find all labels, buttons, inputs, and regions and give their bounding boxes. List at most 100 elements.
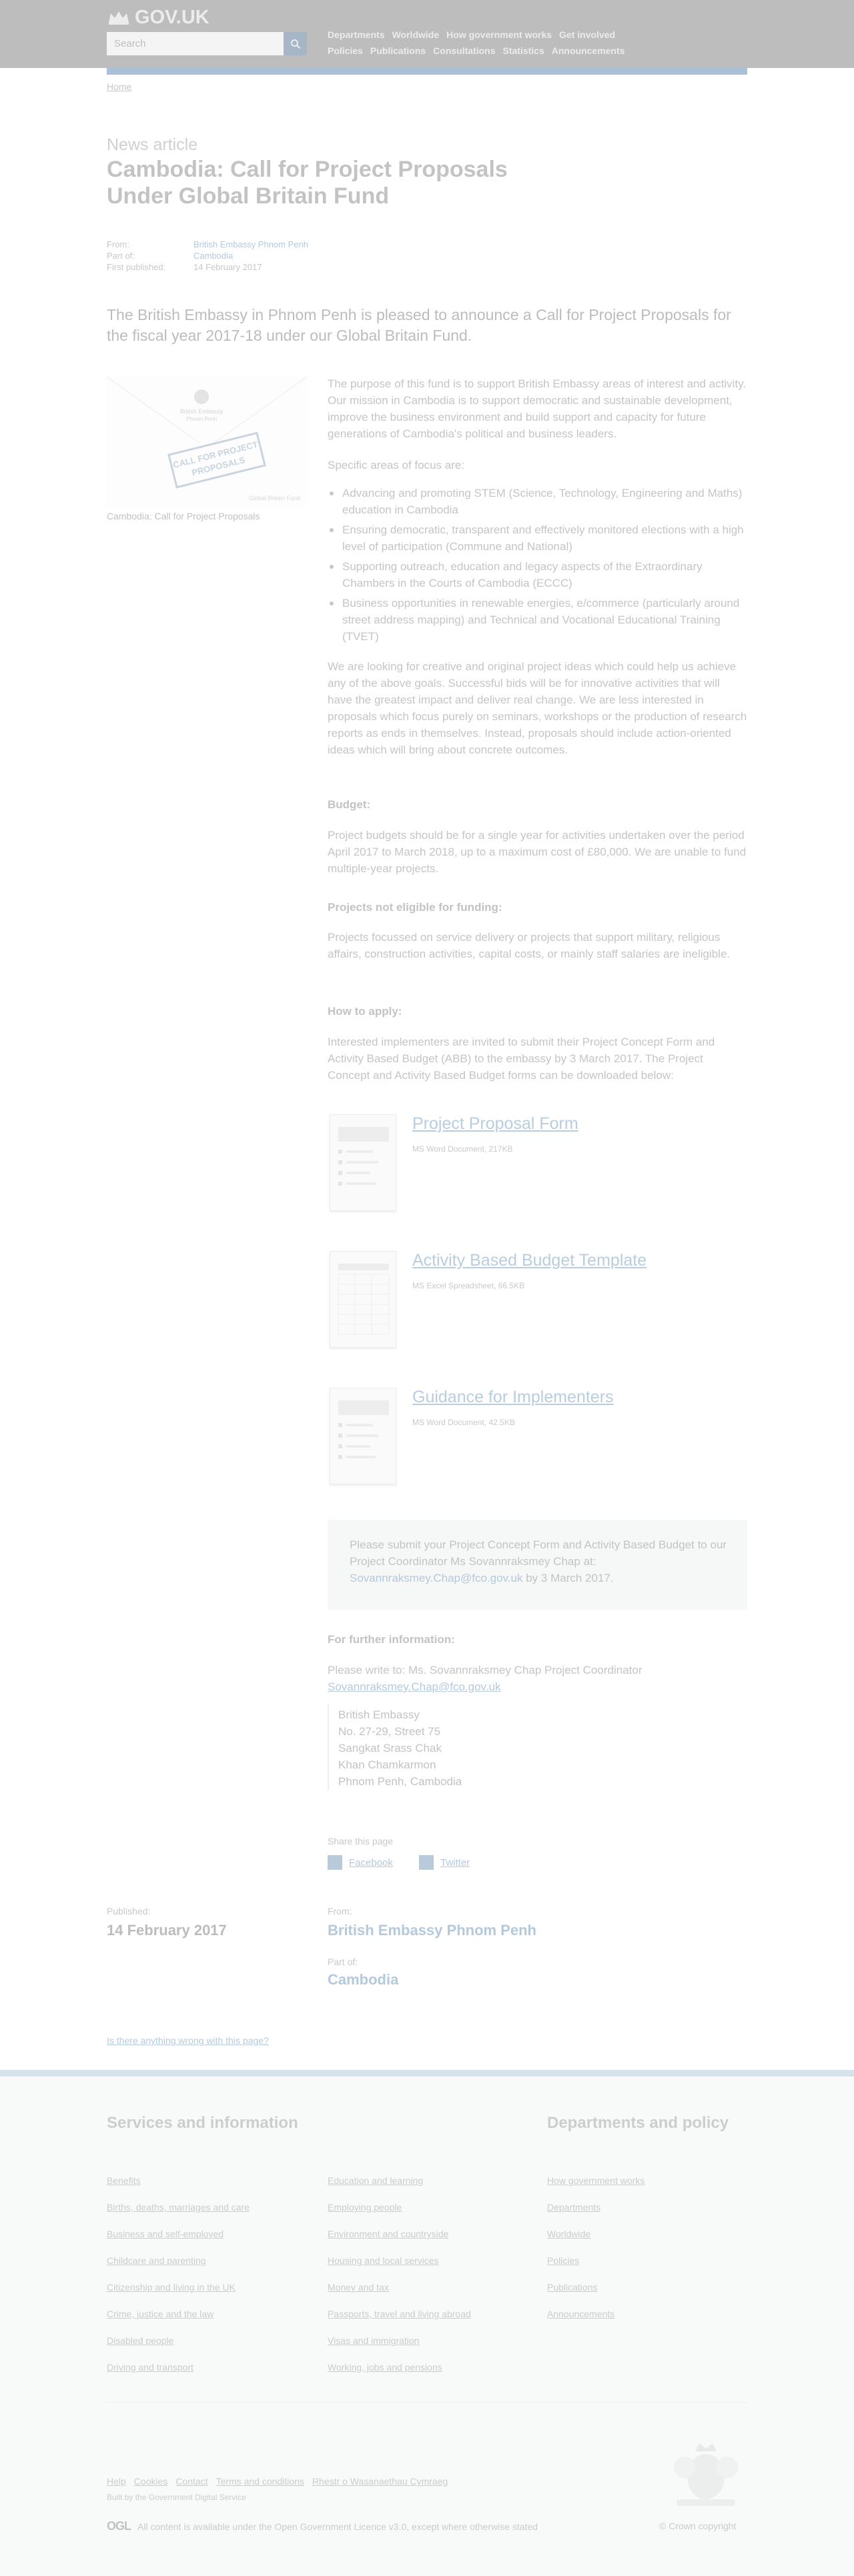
breadcrumb-home[interactable]: Home [107,81,131,92]
nav-row-primary: Departments Worldwide How government wor… [328,29,615,40]
attachment-title-link[interactable]: Guidance for Implementers [412,1388,614,1407]
list-item: Ensuring democratic, transparent and eff… [328,521,747,555]
footer-link[interactable]: Crime, justice and the law [107,2301,250,2327]
footer-departments-column: How government works Departments Worldwi… [547,2167,645,2327]
footer-built-by: Built by the Government Digital Service [107,2493,246,2502]
callout-text: Please submit your Project Concept Form … [350,1538,727,1584]
footer-services-column-2: Education and learning Employing people … [328,2167,471,2381]
nav-announcements[interactable]: Announcements [552,45,625,56]
document-thumbnail-icon[interactable] [330,1388,396,1484]
footer-meta-links: Help Cookies Contact Terms and condition… [107,2476,448,2487]
article-type: News article [107,135,198,154]
nav-how-government-works[interactable]: How government works [446,29,552,40]
share-facebook-link[interactable]: Facebook [328,1855,393,1870]
footer-link[interactable]: Citizenship and living in the UK [107,2274,250,2301]
not-eligible-heading: Projects not eligible for funding: [328,901,502,914]
further-info-heading: For further information: [328,1633,455,1646]
nav-publications[interactable]: Publications [370,45,426,56]
licence-text: All content is available under the Open … [137,2521,538,2532]
from-link[interactable]: British Embassy Phnom Penh [328,1922,536,1939]
published-date: 14 February 2017 [107,1922,227,1939]
footer-link[interactable]: Announcements [547,2301,645,2327]
footer-link[interactable]: Benefits [107,2167,250,2194]
part-of-link[interactable]: Cambodia [328,1971,398,1989]
footer-link[interactable]: Childcare and parenting [107,2247,250,2274]
attachment-title-link[interactable]: Activity Based Budget Template [412,1251,647,1270]
footer-link[interactable]: Money and tax [328,2274,471,2301]
footer-link[interactable]: Environment and countryside [328,2221,471,2247]
footer-link[interactable]: Publications [547,2274,645,2301]
meta-part-label: Part of: [107,251,135,261]
footer-link[interactable]: How government works [547,2167,645,2194]
footer-link[interactable]: Business and self-employed [107,2221,250,2247]
not-eligible-paragraph: Projects focussed on service delivery or… [328,931,731,960]
looking-paragraph: We are looking for creative and original… [328,660,747,756]
footer-contact-link[interactable]: Contact [175,2476,207,2487]
coordinator-email-link[interactable]: Sovannraksmey.Chap@fco.gov.uk [350,1572,522,1584]
footer-welsh-link[interactable]: Rhestr o Wasanaethau Cymraeg [312,2476,448,2487]
address-line: No. 27-29, Street 75 [338,1725,441,1738]
footer-link[interactable]: Departments [547,2194,645,2221]
twitter-icon [419,1855,434,1870]
header-accent-bar [107,68,747,75]
page-title: Cambodia: Call for Project Proposals Und… [107,157,508,209]
footer-help-link[interactable]: Help [107,2476,126,2487]
footer-link[interactable]: Passports, travel and living abroad [328,2301,471,2327]
footer-departments-heading: Departments and policy [547,2114,729,2132]
meta-published-value: 14 February 2017 [193,262,262,272]
footer-link[interactable]: Policies [547,2247,645,2274]
nav-consultations[interactable]: Consultations [433,45,495,56]
footer-link[interactable]: Worldwide [547,2221,645,2247]
share-twitter-link[interactable]: Twitter [419,1855,470,1870]
nav-worldwide[interactable]: Worldwide [392,29,440,40]
govuk-logo[interactable]: GOV.UK [107,7,209,28]
attachment-guidance-for-implementers: Guidance for Implementers MS Word Docume… [328,1388,747,1494]
published-label: Published: [107,1906,151,1916]
nav-policies[interactable]: Policies [328,45,363,56]
footer-link[interactable]: Births, deaths, marriages and care [107,2194,250,2221]
site-header: GOV.UK Search Departments Worldwide How … [0,0,854,68]
share-label: Share this page [328,1836,394,1846]
from-label: From: [328,1906,352,1916]
nav-row-secondary: Policies Publications Consultations Stat… [328,45,624,56]
footer-terms-link[interactable]: Terms and conditions [216,2476,304,2487]
postal-address: British Embassy No. 27-29, Street 75 San… [328,1704,481,1790]
footer-link[interactable]: Disabled people [107,2327,250,2354]
footer-link[interactable]: Driving and transport [107,2354,250,2381]
svg-text:British Embassy: British Embassy [180,408,224,415]
attachment-activity-based-budget: Activity Based Budget Template MS Excel … [328,1251,747,1358]
nav-get-involved[interactable]: Get involved [559,29,615,40]
footer-link[interactable]: Housing and local services [328,2247,471,2274]
attachment-meta: MS Word Document, 42.5KB [412,1418,515,1427]
document-thumbnail-icon[interactable] [330,1114,396,1211]
meta-part-link[interactable]: Cambodia [193,251,233,261]
search-icon [290,39,300,49]
address-line: Sangkat Srass Chak [338,1742,442,1754]
footer-link[interactable]: Working, jobs and pensions [328,2354,471,2381]
attachment-title-link[interactable]: Project Proposal Form [412,1114,578,1134]
address-line: British Embassy [338,1708,420,1721]
budget-paragraph: Project budgets should be for a single y… [328,829,747,875]
report-problem-link[interactable]: Is there anything wrong with this page? [107,2035,269,2046]
crown-icon [109,11,129,25]
further-info-email-link[interactable]: Sovannraksmey.Chap@fco.gov.uk [328,1678,500,1695]
footer-link[interactable]: Education and learning [328,2167,471,2194]
budget-heading: Budget: [328,798,371,811]
part-of-label: Part of: [328,1957,358,1967]
attachment-project-proposal-form: Project Proposal Form MS Word Document, … [328,1114,747,1221]
submission-callout: Please submit your Project Concept Form … [328,1520,747,1610]
royal-coat-of-arms-icon [665,2441,747,2510]
further-info-text: Please write to: Ms. Sovannraksmey Chap … [328,1664,643,1676]
search-button[interactable] [284,32,307,55]
spreadsheet-thumbnail-icon[interactable] [330,1251,396,1348]
meta-from-link[interactable]: British Embassy Phnom Penh [193,239,308,249]
footer-cookies-link[interactable]: Cookies [134,2476,168,2487]
footer-link[interactable]: Visas and immigration [328,2327,471,2354]
footer-link[interactable]: Employing people [328,2194,471,2221]
crown-copyright[interactable]: © Crown copyright [659,2521,736,2531]
nav-statistics[interactable]: Statistics [503,45,544,56]
list-item: Business opportunities in renewable ener… [328,595,747,645]
apply-paragraph: Interested implementers are invited to s… [328,1036,715,1082]
nav-departments[interactable]: Departments [328,29,385,40]
search-input[interactable]: Search [107,32,284,55]
